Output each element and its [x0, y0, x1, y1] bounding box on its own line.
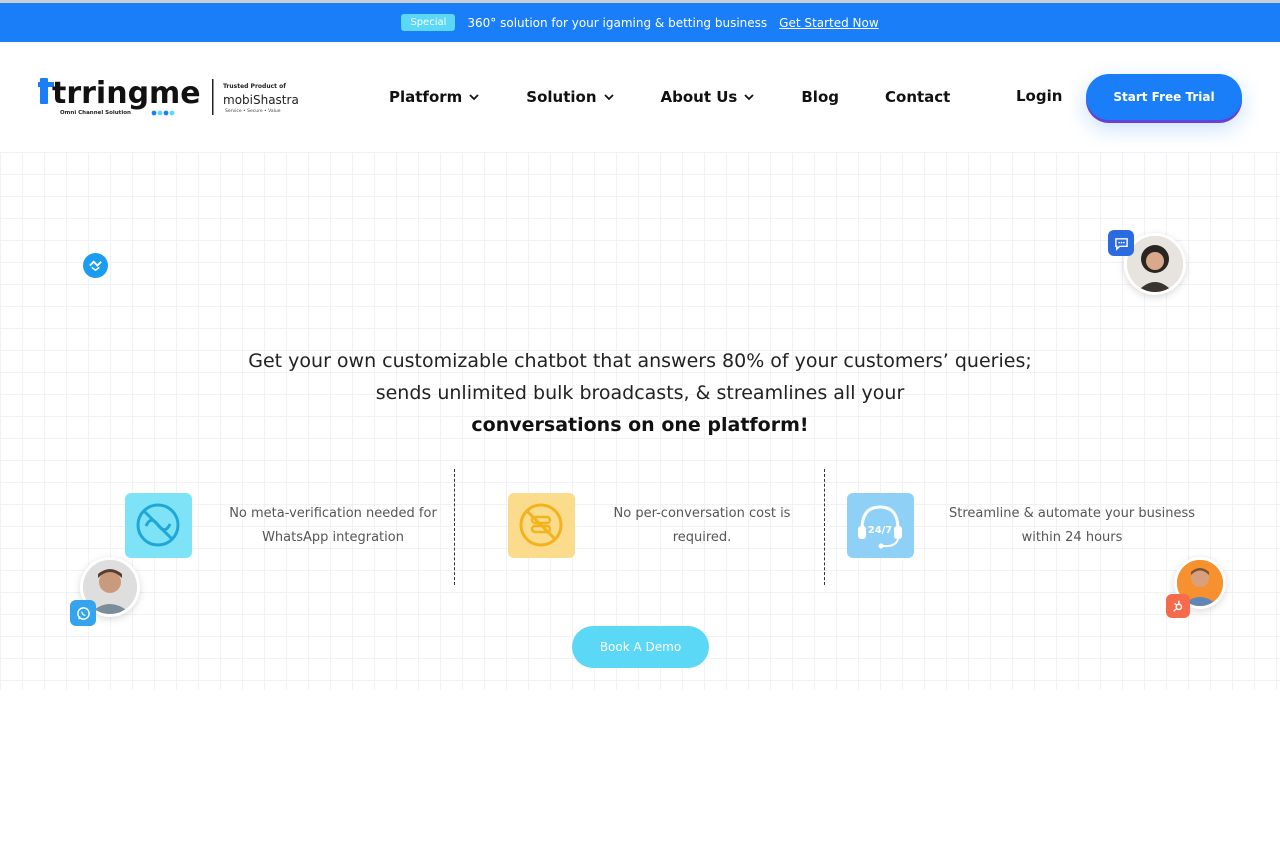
- feature-line: Streamline & automate your business: [948, 506, 1196, 521]
- support-badge: 24/7: [868, 525, 893, 536]
- hero-headline: Get your own customizable chatbot that a…: [0, 345, 1280, 441]
- feature-line: within 24 hours: [1021, 530, 1123, 545]
- feature-line: No per-conversation cost is: [613, 506, 791, 521]
- login-link[interactable]: Login: [1016, 87, 1062, 105]
- start-free-trial-button[interactable]: Start Free Trial: [1086, 74, 1242, 120]
- nav-solution-label: Solution: [526, 88, 597, 106]
- brand-tagline: Omni Channel Solution: [60, 110, 131, 116]
- handshake-icon: [83, 253, 108, 278]
- chevron-down-icon: [603, 94, 614, 101]
- parent-tagline: Service • Secure • Value: [225, 108, 281, 114]
- parent-brand: mobiShastra: [223, 93, 299, 107]
- nav-platform-label: Platform: [389, 88, 463, 106]
- chevron-down-icon: [469, 94, 479, 101]
- brand-logo-icon: trringme Omni Channel Solution Trusted P…: [38, 76, 299, 116]
- promo-badge: Special: [401, 14, 456, 31]
- promo-bar: Special 360° solution for your igaming &…: [0, 3, 1280, 42]
- brand-logo[interactable]: trringme Omni Channel Solution Trusted P…: [38, 72, 300, 122]
- nav-about-us-label: About Us: [660, 88, 738, 106]
- feature-divider: [824, 469, 825, 585]
- hero-line-1: Get your own customizable chatbot that a…: [248, 350, 1032, 372]
- nav-about-us[interactable]: About Us: [661, 88, 756, 106]
- feature-line: No meta-verification needed for: [229, 506, 437, 521]
- nav-blog[interactable]: Blog: [801, 88, 839, 106]
- book-demo-button[interactable]: Book A Demo: [572, 626, 709, 668]
- nav-contact-label: Contact: [885, 88, 951, 106]
- chat-icon: [1108, 230, 1134, 256]
- hero-line-2: sends unlimited bulk broadcasts, & strea…: [375, 382, 905, 404]
- feature-line: WhatsApp integration: [262, 530, 404, 545]
- promo-link[interactable]: Get Started Now: [779, 16, 878, 30]
- main-nav: Platform Solution About Us Blog Contact: [389, 88, 950, 106]
- person-avatar-icon: [1127, 236, 1183, 292]
- promo-text: 360° solution for your igaming & betting…: [467, 15, 768, 30]
- feature-line: required.: [672, 530, 732, 545]
- feature-text: No per-conversation cost is required.: [592, 502, 812, 550]
- site-header: trringme Omni Channel Solution Trusted P…: [0, 42, 1280, 152]
- nav-platform[interactable]: Platform: [389, 88, 480, 106]
- hubspot-icon: [1166, 594, 1190, 618]
- chevron-down-icon: [744, 94, 755, 101]
- brand-wordmark: trringme: [52, 76, 201, 111]
- nav-contact[interactable]: Contact: [885, 88, 950, 106]
- feature-text: No meta-verification needed for WhatsApp…: [223, 502, 443, 550]
- feature-text: Streamline & automate your business with…: [946, 502, 1198, 550]
- hero-line-3: conversations on one platform!: [471, 414, 809, 436]
- nav-blog-label: Blog: [801, 88, 839, 106]
- trusted-label: Trusted Product of: [223, 83, 286, 90]
- whatsapp-icon: [70, 600, 96, 626]
- nav-solution[interactable]: Solution: [526, 88, 614, 106]
- no-meta-icon: [125, 493, 192, 558]
- support-24-7-icon: 24/7: [847, 493, 914, 558]
- feature-divider: [454, 469, 455, 585]
- no-cost-icon: [508, 493, 575, 558]
